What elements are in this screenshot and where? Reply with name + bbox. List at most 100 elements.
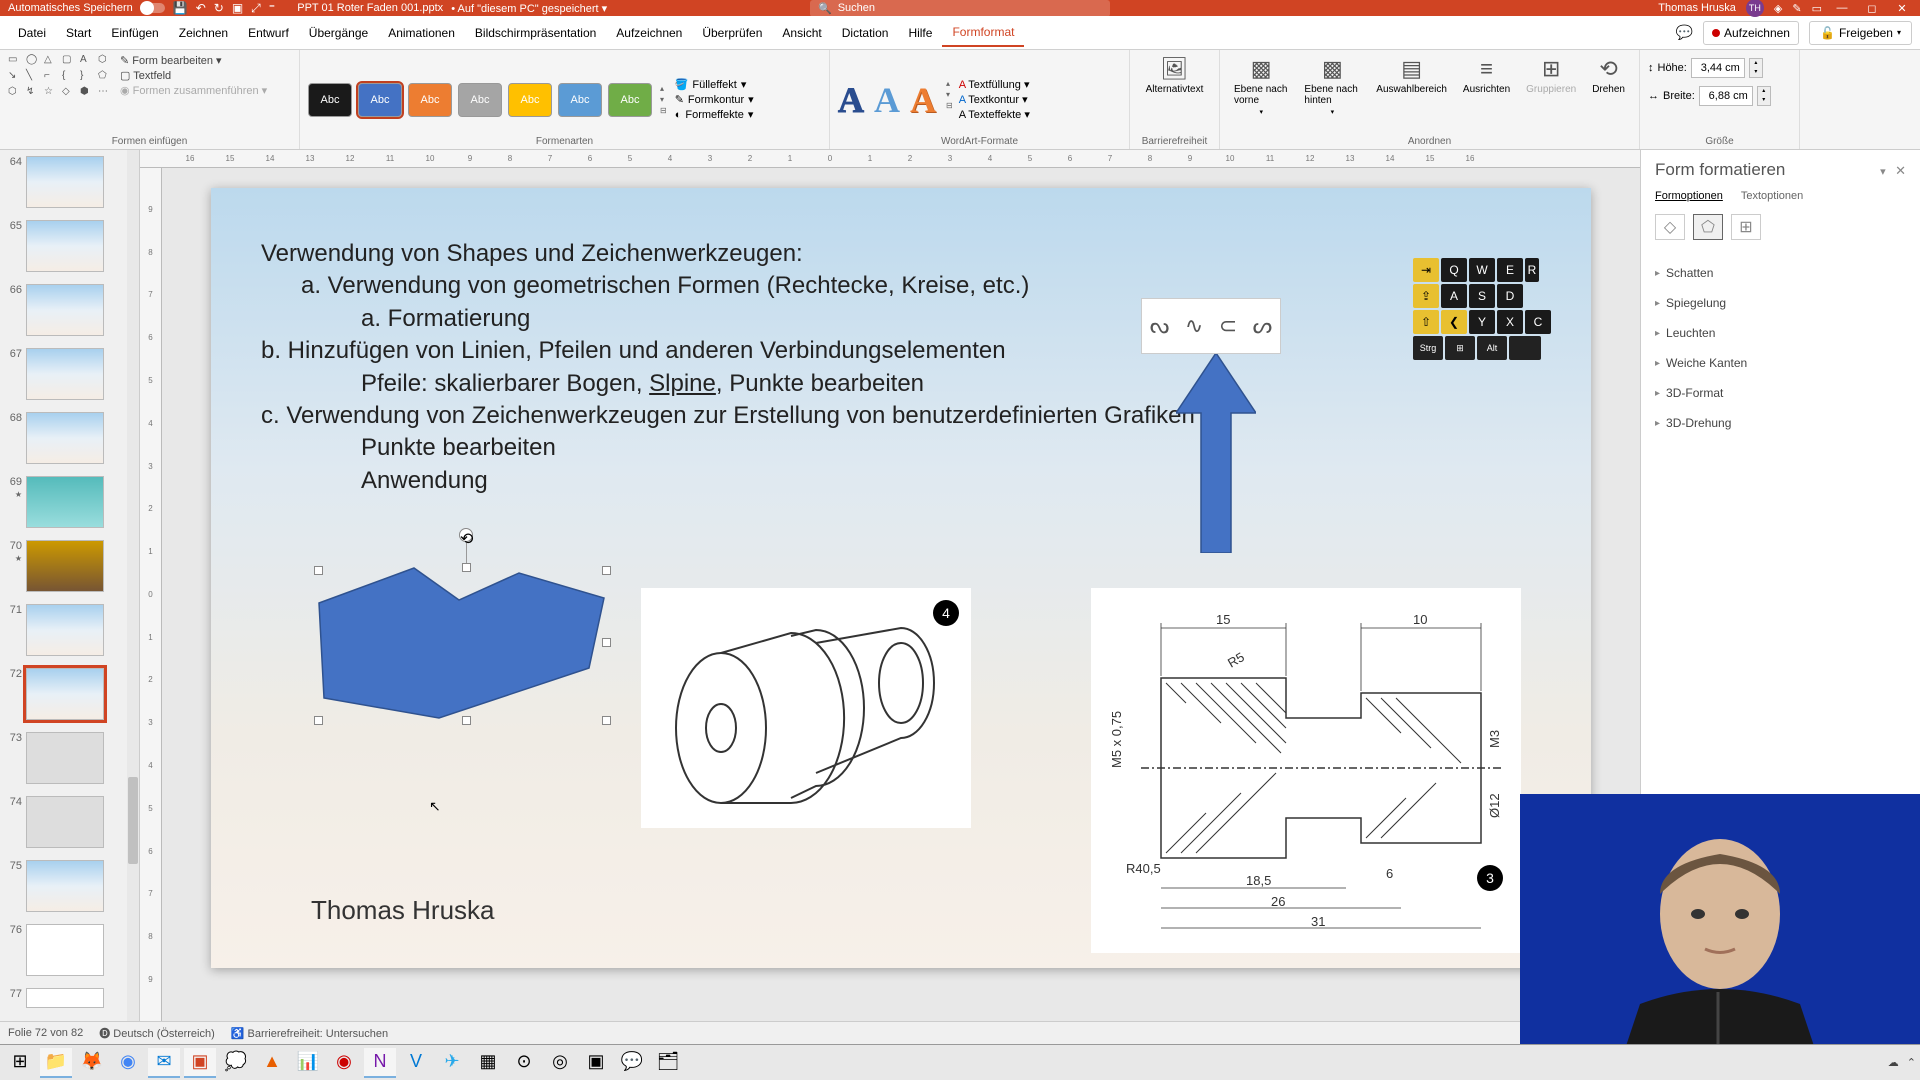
section-spiegelung[interactable]: Spiegelung [1655, 288, 1906, 318]
redo-icon[interactable]: ↻ [214, 1, 224, 15]
wordart-style-1[interactable]: A [838, 79, 864, 121]
gallery-down-icon[interactable]: ▾ [660, 95, 667, 104]
thumb-71[interactable] [26, 604, 104, 656]
thumbs-scrollbar[interactable] [127, 150, 139, 1021]
menu-dictation[interactable]: Dictation [832, 20, 899, 46]
pane-close-icon[interactable]: ✕ [1895, 163, 1906, 178]
app-icon-6[interactable]: ▣ [580, 1048, 612, 1078]
telegram-icon[interactable]: ✈ [436, 1048, 468, 1078]
menu-datei[interactable]: Datei [8, 20, 56, 46]
resize-handle-e[interactable] [602, 638, 611, 647]
slide-thumbnails-panel[interactable]: 64 65 66 67 68 69★ 70★ 71 72 73 74 75 76… [0, 150, 140, 1021]
section-leuchten[interactable]: Leuchten [1655, 318, 1906, 348]
technical-image-1[interactable]: 4 [641, 588, 971, 828]
powerpoint-icon[interactable]: ▣ [184, 1048, 216, 1078]
thumb-64[interactable] [26, 156, 104, 208]
texteffekte-button[interactable]: A Texteffekte ▾ [959, 108, 1030, 121]
wordart-gallery[interactable]: A A A ▴▾⊟ [838, 79, 953, 121]
thumb-66[interactable] [26, 284, 104, 336]
menu-formformat[interactable]: Formformat [942, 19, 1024, 47]
thumb-74[interactable] [26, 796, 104, 848]
ebene-vorne-button[interactable]: ▩Ebene nach vorne▾ [1228, 54, 1294, 118]
app-icon-5[interactable]: ◎ [544, 1048, 576, 1078]
formeffekte-button[interactable]: ◐Formeffekte ▾ [675, 108, 754, 121]
style-swatch-3[interactable]: Abc [408, 83, 452, 117]
user-avatar[interactable]: TH [1746, 0, 1764, 17]
menu-entwurf[interactable]: Entwurf [238, 20, 299, 46]
thumb-67[interactable] [26, 348, 104, 400]
thumb-65[interactable] [26, 220, 104, 272]
shape-gallery[interactable]: ▭◯△▢A⬡ ↘╲⌐{}⬠ ⬡↯☆◇⬢⋯ [8, 54, 114, 145]
undo-icon[interactable]: ↶ [196, 1, 206, 15]
section-schatten[interactable]: Schatten [1655, 258, 1906, 288]
menu-animationen[interactable]: Animationen [378, 20, 465, 46]
style-swatch-2[interactable]: Abc [358, 83, 402, 117]
resize-handle-s[interactable] [462, 716, 471, 725]
thumb-72[interactable] [26, 668, 104, 720]
slide-text-content[interactable]: Verwendung von Shapes und Zeichenwerkzeu… [261, 238, 1195, 497]
vscode-icon[interactable]: V [400, 1048, 432, 1078]
resize-handle-sw[interactable] [314, 716, 323, 725]
formkontur-button[interactable]: ✎Formkontur ▾ [675, 93, 754, 106]
firefox-icon[interactable]: 🦊 [76, 1048, 108, 1078]
alternativtext-button[interactable]: 🖼 Alternativtext [1140, 54, 1210, 97]
tray-cloud-icon[interactable]: ☁ [1888, 1056, 1899, 1069]
size-props-icon[interactable]: ⊞ [1731, 214, 1761, 240]
pane-dropdown-icon[interactable]: ▾ [1880, 166, 1886, 178]
shape-popup-toolbar[interactable]: ᔓ ∿ ⊂ ᔕ [1141, 298, 1281, 354]
start-button[interactable]: ⊞ [4, 1048, 36, 1078]
style-swatch-4[interactable]: Abc [458, 83, 502, 117]
resize-handle-ne[interactable] [602, 566, 611, 575]
onenote-icon[interactable]: N [364, 1048, 396, 1078]
resize-handle-n[interactable] [462, 563, 471, 572]
obs-icon[interactable]: ⊙ [508, 1048, 540, 1078]
style-swatch-7[interactable]: Abc [608, 83, 652, 117]
tray-overflow[interactable]: ⌃ [1907, 1056, 1916, 1069]
tab-formoptionen[interactable]: Formoptionen [1655, 190, 1723, 202]
gallery-up-icon[interactable]: ▴ [660, 84, 667, 93]
rotate-handle[interactable]: ⟲ [459, 528, 473, 542]
comments-icon[interactable]: 💬 [1676, 24, 1693, 41]
author-text[interactable]: Thomas Hruska [311, 895, 495, 926]
scribble-tool-icon[interactable]: ᔕ [1253, 313, 1273, 339]
vlc-icon[interactable]: ▲ [256, 1048, 288, 1078]
freigeben-button[interactable]: 🔓Freigeben▾ [1809, 21, 1912, 45]
app-icon-1[interactable]: 💭 [220, 1048, 252, 1078]
auswahlbereich-button[interactable]: ▤Auswahlbereich [1370, 54, 1453, 97]
resize-handle-se[interactable] [602, 716, 611, 725]
thumb-69[interactable] [26, 476, 104, 528]
menu-ueberpruefen[interactable]: Überprüfen [692, 20, 772, 46]
accessibility-check[interactable]: ♿ Barrierefreiheit: Untersuchen [231, 1027, 388, 1040]
section-weiche-kanten[interactable]: Weiche Kanten [1655, 348, 1906, 378]
touch-icon[interactable]: ⤢ [251, 1, 261, 16]
height-spinner[interactable]: ▴▾ [1749, 58, 1763, 78]
close-button[interactable]: ✕ [1892, 0, 1912, 16]
style-swatch-6[interactable]: Abc [558, 83, 602, 117]
width-spinner[interactable]: ▴▾ [1757, 86, 1771, 106]
maximize-button[interactable]: ◻ [1862, 0, 1882, 16]
thumb-68[interactable] [26, 412, 104, 464]
textkontur-button[interactable]: A Textkontur ▾ [959, 93, 1030, 106]
app-icon-8[interactable]: 🗂 [652, 1048, 684, 1078]
qat-more-icon[interactable]: ⁼ [269, 1, 275, 15]
chrome-icon[interactable]: ◉ [112, 1048, 144, 1078]
textfeld-button[interactable]: ▢ Textfeld [120, 69, 267, 82]
style-swatch-5[interactable]: Abc [508, 83, 552, 117]
window-icon[interactable]: ▭ [1812, 2, 1822, 15]
resize-handle-nw[interactable] [314, 566, 323, 575]
outlook-icon[interactable]: ✉ [148, 1048, 180, 1078]
wordart-style-3[interactable]: A [910, 79, 936, 121]
present-icon[interactable]: ▣ [232, 1, 243, 15]
windows-taskbar[interactable]: ⊞ 📁 🦊 ◉ ✉ ▣ 💭 ▲ 📊 ◉ N V ✈ ▦ ⊙ ◎ ▣ 💬 🗂 ☁ … [0, 1044, 1920, 1080]
ink-icon[interactable]: ✎ [1792, 2, 1801, 15]
height-input[interactable] [1691, 58, 1745, 78]
loop-tool-icon[interactable]: ⊂ [1219, 313, 1237, 339]
thumb-70[interactable] [26, 540, 104, 592]
app-icon-4[interactable]: ▦ [472, 1048, 504, 1078]
section-3d-format[interactable]: 3D-Format [1655, 378, 1906, 408]
gallery-more-icon[interactable]: ⊟ [660, 106, 667, 115]
app-icon-7[interactable]: 💬 [616, 1048, 648, 1078]
app-icon-2[interactable]: 📊 [292, 1048, 324, 1078]
slide-counter[interactable]: Folie 72 von 82 [8, 1027, 83, 1039]
menu-aufzeichnen[interactable]: Aufzeichnen [606, 20, 692, 46]
